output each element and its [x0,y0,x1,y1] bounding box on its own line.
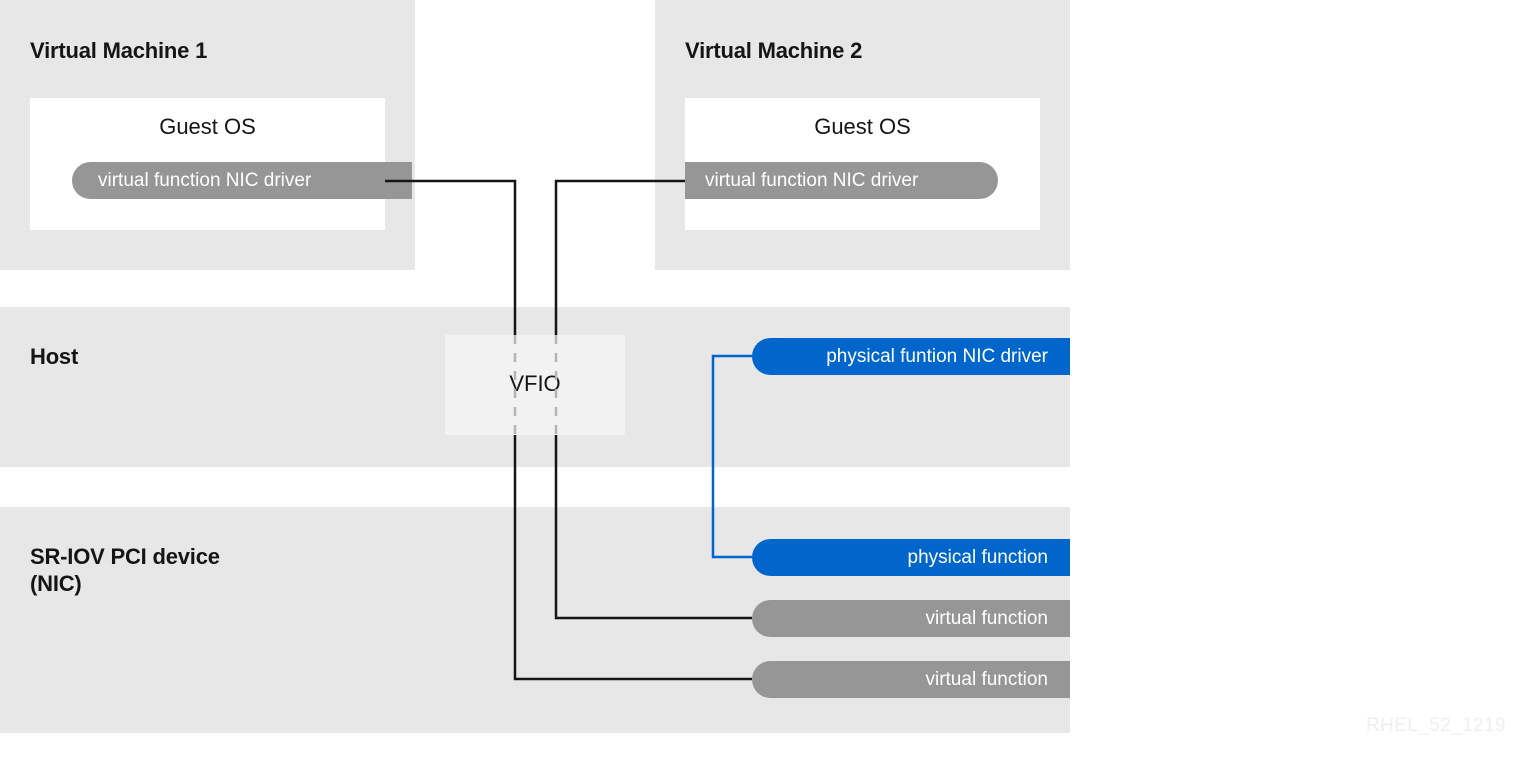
diagram-canvas: Virtual Machine 1 Virtual Machine 2 Host… [0,0,1520,763]
pill-virtual-function-1[interactable]: virtual function [752,600,1070,637]
pill-physical-function[interactable]: physical function [752,539,1070,576]
wire-pf-driver-to-physical-function [711,354,752,559]
watermark-label: RHEL_52_1219 [1365,715,1506,736]
pill-physical-function-nic-driver[interactable]: physical funtion NIC driver [752,338,1070,375]
connector-wires [385,179,752,681]
pill-virtual-function-2[interactable]: virtual function [752,661,1070,698]
wire-vm2-to-vfio [554,179,685,335]
wire-vm1-to-vfio [385,179,517,335]
wire-vfio-to-virtual-function-1 [554,435,752,620]
